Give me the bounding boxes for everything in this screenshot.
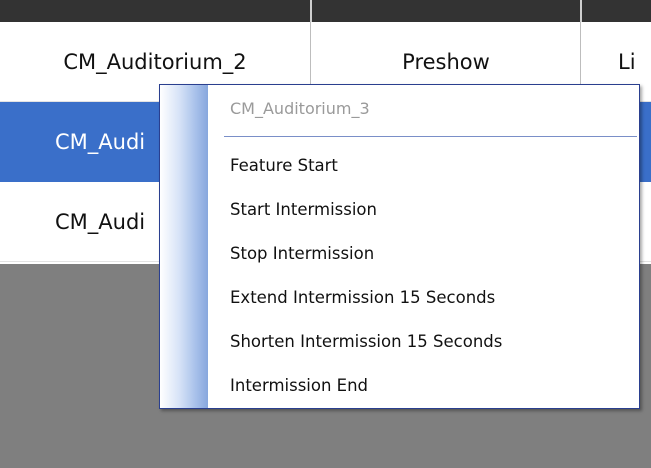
header-column-divider[interactable] <box>310 0 312 22</box>
menu-item-extend-intermission[interactable]: Extend Intermission 15 Seconds <box>208 280 639 316</box>
menu-separator <box>224 136 637 137</box>
menu-item-shorten-intermission[interactable]: Shorten Intermission 15 Seconds <box>208 324 639 360</box>
context-menu-header: CM_Auditorium_3 <box>230 99 370 118</box>
menu-item-stop-intermission[interactable]: Stop Intermission <box>208 236 639 272</box>
header-column-divider[interactable] <box>580 0 582 22</box>
context-menu: CM_Auditorium_3 Feature Start Start Inte… <box>159 84 640 409</box>
menu-item-intermission-end[interactable]: Intermission End <box>208 368 639 404</box>
menu-icon-gutter <box>160 85 208 408</box>
menu-item-start-intermission[interactable]: Start Intermission <box>208 192 639 228</box>
table-header <box>0 0 651 22</box>
menu-item-feature-start[interactable]: Feature Start <box>208 148 639 184</box>
